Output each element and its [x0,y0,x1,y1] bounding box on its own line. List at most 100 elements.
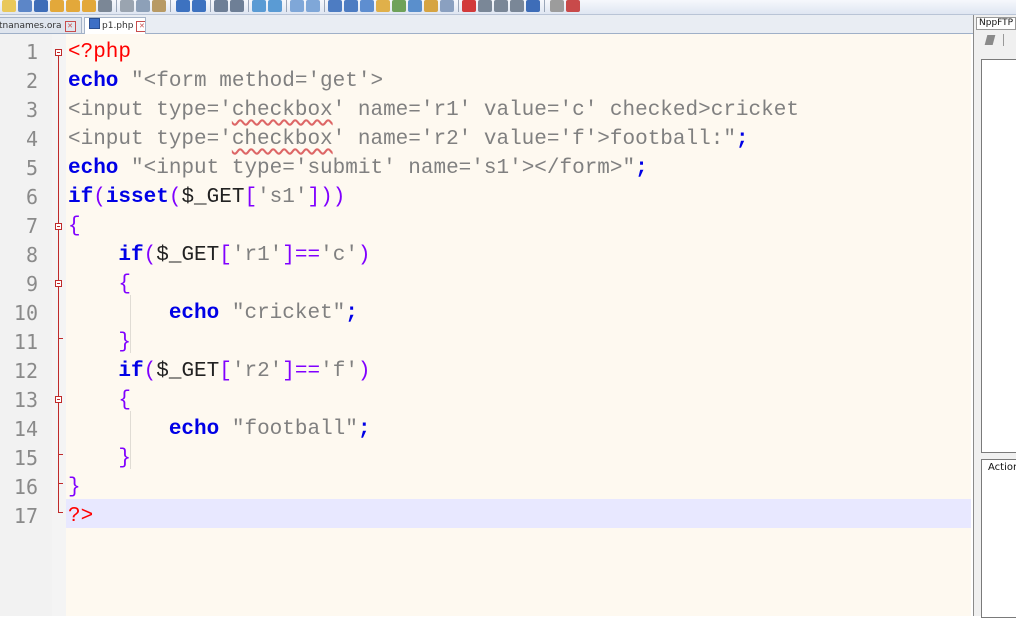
zoom-out-icon[interactable] [268,0,282,12]
monitoring-icon[interactable] [440,0,454,12]
line-number: 14 [13,417,38,441]
code-line: 8 if($_GET['r1']=='c') [0,241,971,270]
print-icon[interactable] [98,0,112,12]
code-text: { [68,212,81,241]
code-line: 10 echo "cricket"; [0,299,971,328]
saved-file-icon [89,18,100,29]
code-text: echo "<form method='get'> [68,67,383,96]
toolbar-separator [170,0,171,12]
zoom-in-icon[interactable] [252,0,266,12]
line-number: 16 [13,475,38,499]
operator: ) [357,244,371,267]
save-icon[interactable] [34,0,48,12]
code-line: 7 { [0,212,971,241]
line-number: 3 [25,98,38,122]
code-editor[interactable]: 1 <?php 2 echo "<form method='get'> 3 <i… [0,34,971,616]
code-line: 2 echo "<form method='get'> [0,67,971,96]
doc-map-icon[interactable] [392,0,406,12]
new-file-icon[interactable] [2,0,16,12]
toolbar-separator [324,0,325,12]
action-label: Action [988,462,1016,473]
line-number: 15 [13,446,38,470]
toolbar-separator [1003,34,1004,46]
code-text: ?> [68,502,93,531]
word-wrap-icon[interactable] [328,0,342,12]
copy-icon[interactable] [136,0,150,12]
line-number: 11 [13,330,38,354]
open-file-icon[interactable] [18,0,32,12]
undo-icon[interactable] [176,0,190,12]
string: 'r1' [231,244,283,267]
stop-macro-icon[interactable] [478,0,492,12]
udl-icon[interactable] [376,0,390,12]
save-all-icon[interactable] [50,0,64,12]
document-tab-bar: tnanames.ora ✕ p1.php ✕ [0,15,973,34]
string: 's1' [257,186,308,209]
redo-icon[interactable] [192,0,206,12]
spellcheck-icon[interactable] [566,0,580,12]
toolbar-separator [210,0,211,12]
replace-icon[interactable] [230,0,244,12]
toolbar-separator [544,0,545,12]
close-tab-icon[interactable]: ✕ [64,21,76,32]
folder-workspace-icon[interactable] [424,0,438,12]
code-line: 14 echo "football"; [0,415,971,444]
php-open-tag: <?php [68,41,132,64]
function-list-icon[interactable] [408,0,422,12]
ftp-icon[interactable] [550,0,564,12]
string: "football" [231,418,358,441]
code-text: } [68,473,81,502]
string: 'f' [320,360,358,383]
string: 'c' [320,244,358,267]
toolbar-separator [458,0,459,12]
operator: ) [357,360,371,383]
sync-horizontal-icon[interactable] [306,0,320,12]
string: ' name='r2' value='f'>football:" [332,128,736,151]
run-macro-multiple-icon[interactable] [510,0,524,12]
line-number: 10 [13,301,38,325]
brace: } [118,331,132,354]
close-all-icon[interactable] [82,0,96,12]
string: <input type=' [68,99,232,122]
code-text: } [68,328,131,357]
code-line: 3 <input type='checkbox' name='r1' value… [0,96,971,125]
code-text: if($_GET['r2']=='f') [68,357,371,386]
line-number: 4 [25,127,38,151]
php-close-tag: ?> [68,505,94,528]
show-all-chars-icon[interactable] [344,0,358,12]
play-macro-icon[interactable] [494,0,508,12]
find-icon[interactable] [214,0,228,12]
indent-guide-icon[interactable] [360,0,374,12]
nppftp-panel: NppFTP Action [973,15,1016,618]
ftp-file-tree[interactable] [981,59,1016,453]
code-text: <input type='checkbox' name='r1' value='… [68,96,799,125]
save-macro-icon[interactable] [526,0,540,12]
string: 'r2' [231,360,283,383]
variable: $_GET [156,244,220,267]
code-text: } [68,444,131,473]
misspelled-word: checkbox [231,128,333,151]
toolbar-separator [248,0,249,12]
line-number: 12 [13,359,38,383]
code-text: if(isset($_GET['s1'])) [68,183,345,212]
tab-label: tnanames.ora [0,21,62,31]
action-log[interactable]: Action [981,459,1016,618]
close-tab-icon[interactable]: ✕ [136,21,145,32]
line-number: 1 [25,40,38,64]
operator: ; [357,418,371,441]
sync-vertical-icon[interactable] [290,0,304,12]
close-icon[interactable] [66,0,80,12]
tab-p1-php[interactable]: p1.php ✕ [84,17,146,34]
record-macro-icon[interactable] [462,0,476,12]
code-text: echo "cricket"; [68,299,358,328]
code-line: 4 <input type='checkbox' name='r2' value… [0,125,971,154]
operator: [ [219,244,232,267]
code-text: <input type='checkbox' name='r2' value='… [68,125,749,154]
paste-icon[interactable] [152,0,166,12]
cut-icon[interactable] [120,0,134,12]
brace: { [118,273,132,296]
operator: ; [345,302,358,325]
tab-tnanames-ora[interactable]: tnanames.ora ✕ [0,17,82,33]
variable: $_GET [181,186,245,209]
connect-icon[interactable] [984,35,996,45]
